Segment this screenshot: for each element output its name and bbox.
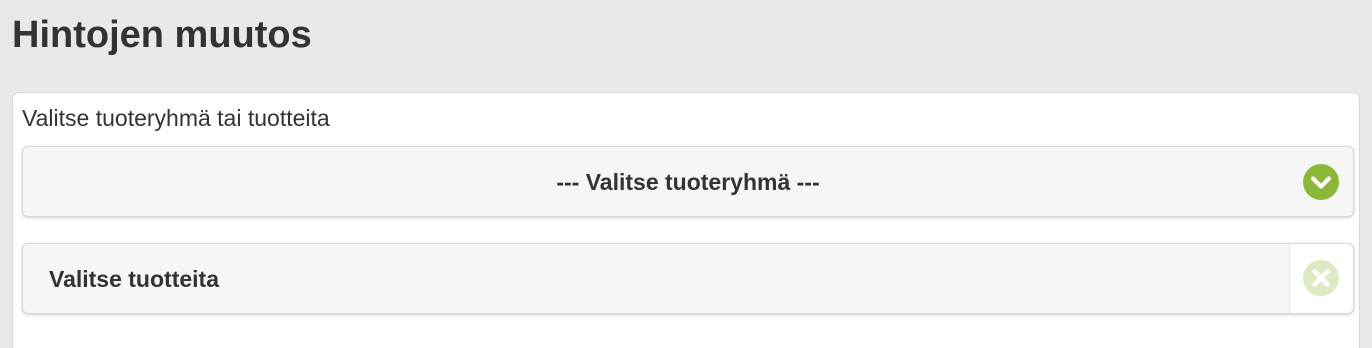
selection-panel: Valitse tuoteryhmä tai tuotteita --- Val… <box>12 92 1360 348</box>
chevron-down-icon[interactable] <box>1303 164 1339 200</box>
products-select-placeholder: Valitse tuotteita <box>49 266 219 292</box>
product-group-selected-value: --- Valitse tuoteryhmä --- <box>556 169 820 195</box>
close-icon[interactable] <box>1303 260 1339 296</box>
page-title: Hintojen muutos <box>12 14 312 56</box>
selection-label: Valitse tuoteryhmä tai tuotteita <box>22 105 330 131</box>
product-group-select[interactable]: --- Valitse tuoteryhmä --- <box>22 146 1354 217</box>
products-select[interactable]: Valitse tuotteita <box>22 243 1354 314</box>
page: Hintojen muutos Valitse tuoteryhmä tai t… <box>0 0 1372 348</box>
products-clear-button[interactable] <box>1289 244 1353 313</box>
